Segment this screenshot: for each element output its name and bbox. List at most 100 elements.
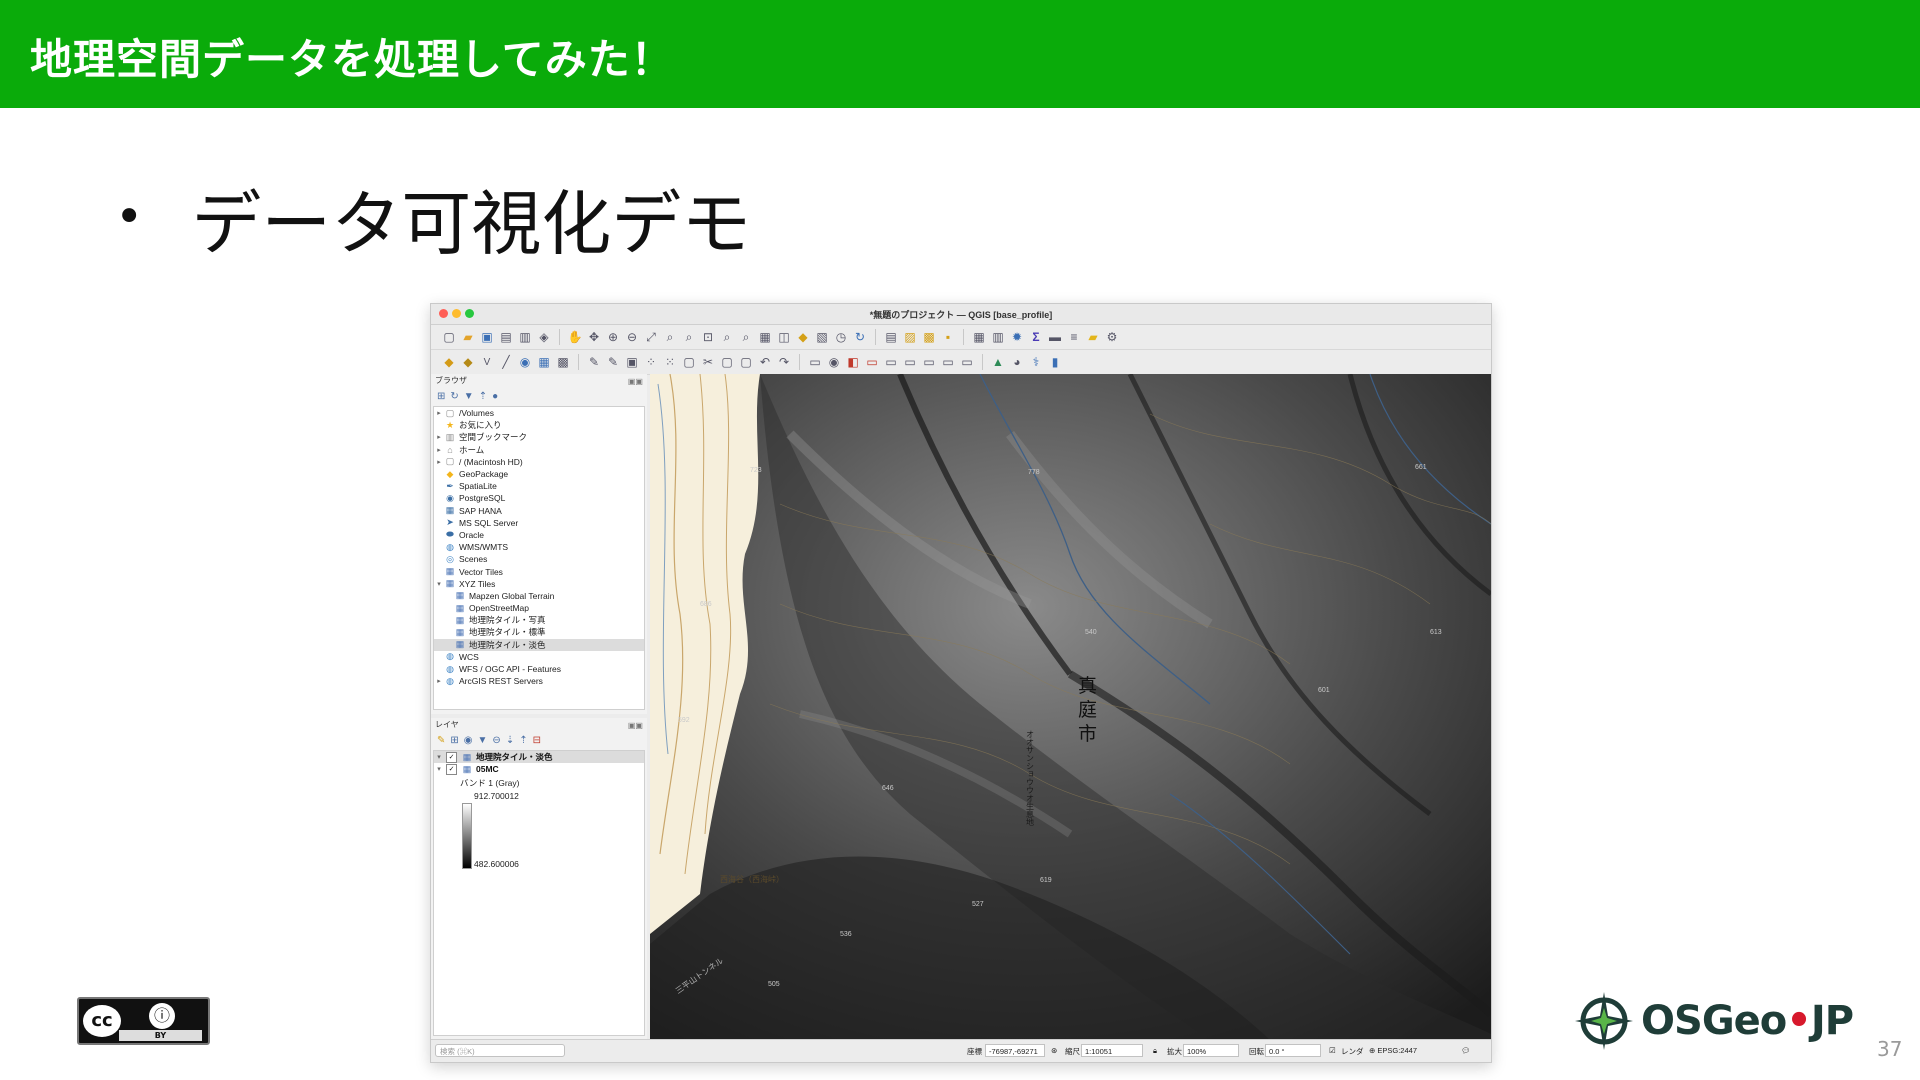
locator-search-input[interactable]: 検索 (⌘K) xyxy=(435,1044,565,1057)
change-label-icon[interactable]: ▭ xyxy=(921,354,937,370)
label-icon[interactable]: ▭ xyxy=(807,354,823,370)
zoom-next-icon[interactable]: ⌕ xyxy=(738,329,754,345)
vertex-tool-icon[interactable]: ⁙ xyxy=(662,354,678,370)
pan-icon[interactable]: ✋ xyxy=(567,329,583,345)
rotate-label-icon[interactable]: ▭ xyxy=(902,354,918,370)
undo-icon[interactable]: ↶ xyxy=(757,354,773,370)
expand-all-icon[interactable]: ⇣ xyxy=(506,735,514,746)
open-project-icon[interactable]: ▰ xyxy=(460,329,476,345)
layer-item[interactable]: ▾ ✓ ▦ 05MC xyxy=(434,763,644,775)
collapse-all-icon[interactable]: ⇡ xyxy=(519,735,527,746)
statistics-icon[interactable]: Σ xyxy=(1028,329,1044,345)
save-as-icon[interactable]: ▤ xyxy=(498,329,514,345)
save-edits-icon[interactable]: ✎ xyxy=(605,354,621,370)
expand-arrow-icon[interactable]: ▸ xyxy=(434,677,444,685)
style-manager-icon[interactable]: ◈ xyxy=(536,329,552,345)
browser-item[interactable]: ◉ PostgreSQL xyxy=(434,492,644,504)
browser-item[interactable]: ◍ WCS xyxy=(434,651,644,663)
browser-item[interactable]: ⬬ Oracle xyxy=(434,529,644,541)
layer-item[interactable]: ▾ ✓ ▦ 地理院タイル・淡色 xyxy=(434,751,644,763)
identify-icon[interactable]: ▤ xyxy=(883,329,899,345)
add-vector-icon[interactable]: V xyxy=(479,354,495,370)
zoom-full-icon[interactable]: ⤢ xyxy=(643,329,659,345)
browser-item[interactable]: ▸ ⌂ ホーム xyxy=(434,444,644,456)
add-postgis-icon[interactable]: ◉ xyxy=(517,354,533,370)
redo-icon[interactable]: ↷ xyxy=(776,354,792,370)
refresh-icon[interactable]: ↻ xyxy=(450,391,458,402)
zoom-last-icon[interactable]: ⌕ xyxy=(719,329,735,345)
zoom-in-icon[interactable]: ⊕ xyxy=(605,329,621,345)
crs-button[interactable]: ⊕ EPSG:2447 xyxy=(1369,1046,1417,1055)
tips-icon[interactable]: ▰ xyxy=(1085,329,1101,345)
browser-item[interactable]: ▦ 地理院タイル・標準 xyxy=(434,626,644,638)
browser-item[interactable]: ▸ ◍ ArcGIS REST Servers xyxy=(434,675,644,687)
filter-icon[interactable]: ▼ xyxy=(464,391,474,402)
copy-icon[interactable]: ▢ xyxy=(719,354,735,370)
zoom-out-icon[interactable]: ⊖ xyxy=(624,329,640,345)
cut-icon[interactable]: ✂ xyxy=(700,354,716,370)
show-bookmarks-icon[interactable]: ▧ xyxy=(814,329,830,345)
eye-icon[interactable]: ◉ xyxy=(464,735,473,746)
save-project-icon[interactable]: ▣ xyxy=(479,329,495,345)
browser-item[interactable]: ★ お気に入り xyxy=(434,419,644,431)
profile-tool-icon[interactable]: ▲ xyxy=(990,354,1006,370)
qgis2threejs-icon[interactable]: ◕ xyxy=(1009,354,1025,370)
add-feature-icon[interactable]: ⁘ xyxy=(643,354,659,370)
deselect-icon[interactable]: ▪ xyxy=(940,329,956,345)
field-calculator-icon[interactable]: ▥ xyxy=(990,329,1006,345)
browser-item[interactable]: ▸ ▢ /Volumes xyxy=(434,407,644,419)
filter-legend-icon[interactable]: ▼ xyxy=(478,735,488,746)
print-layout-icon[interactable]: ▥ xyxy=(517,329,533,345)
filter-expression-icon[interactable]: ⊖ xyxy=(492,735,500,746)
coord-toggle-icon[interactable]: ⊛ xyxy=(1051,1046,1057,1055)
diagram-icon[interactable]: ◧ xyxy=(845,354,861,370)
label-pin-icon[interactable]: ◉ xyxy=(826,354,842,370)
attribute-table-icon[interactable]: ▦ xyxy=(971,329,987,345)
browser-item[interactable]: ▦ 地理院タイル・写真 xyxy=(434,614,644,626)
expand-arrow-icon[interactable]: ▸ xyxy=(434,458,444,466)
properties-icon[interactable]: ● xyxy=(492,391,498,402)
layer-checkbox[interactable]: ✓ xyxy=(446,763,457,775)
browser-item[interactable]: ▦ 地理院タイル・淡色 xyxy=(434,638,644,651)
lock-icon[interactable]: 🔒︎ xyxy=(1153,1046,1157,1056)
zoom-layer-icon[interactable]: ⌕ xyxy=(681,329,697,345)
style-icon[interactable]: ✎ xyxy=(437,735,445,746)
panel-close-icon[interactable]: ▣▣ xyxy=(628,719,643,733)
browser-item[interactable]: ◆ GeoPackage xyxy=(434,468,644,480)
messages-icon[interactable]: 💬︎ xyxy=(1461,1046,1471,1055)
add-delimited-icon[interactable]: ╱ xyxy=(498,354,514,370)
remove-layer-icon[interactable]: ⊟ xyxy=(533,735,541,746)
new-project-icon[interactable]: ▢ xyxy=(441,329,457,345)
settings-icon[interactable]: ⚙ xyxy=(1104,329,1120,345)
browser-item[interactable]: ◍ WMS/WMTS xyxy=(434,541,644,553)
select-value-icon[interactable]: ▩ xyxy=(921,329,937,345)
measure-icon[interactable]: ▬ xyxy=(1047,329,1063,345)
show-hide-label-icon[interactable]: ▭ xyxy=(940,354,956,370)
label-rect-icon[interactable]: ▭ xyxy=(864,354,880,370)
plugin-icon[interactable]: ▮ xyxy=(1047,354,1063,370)
move-diagram-icon[interactable]: ▭ xyxy=(959,354,975,370)
magnifier-field[interactable]: 100% xyxy=(1183,1044,1239,1057)
browser-item[interactable]: ➤ MS SQL Server xyxy=(434,517,644,529)
expand-arrow-icon[interactable]: ▸ xyxy=(434,409,444,417)
new-3d-view-icon[interactable]: ◫ xyxy=(776,329,792,345)
scale-field[interactable]: 1:10051 xyxy=(1081,1044,1143,1057)
select-features-icon[interactable]: ▨ xyxy=(902,329,918,345)
layer-checkbox[interactable]: ✓ xyxy=(446,751,457,763)
digitize-icon[interactable]: ▣ xyxy=(624,354,640,370)
browser-item[interactable]: ▦ Mapzen Global Terrain xyxy=(434,590,644,602)
pan-to-selection-icon[interactable]: ✥ xyxy=(586,329,602,345)
expand-arrow-icon[interactable]: ▸ xyxy=(434,433,444,441)
map-canvas[interactable]: 723 778 661 686 601 540 592 646 527 505 … xyxy=(650,374,1491,1040)
collapse-all-icon[interactable]: ⇡ xyxy=(479,391,487,402)
browser-item[interactable]: ▦ SAP HANA xyxy=(434,505,644,517)
add-group-icon[interactable]: ⊞ xyxy=(450,735,458,746)
coordinate-field[interactable]: -76987,-69271 xyxy=(985,1044,1045,1057)
new-geopackage-icon[interactable]: ◆ xyxy=(460,354,476,370)
data-source-manager-icon[interactable]: ◆ xyxy=(441,354,457,370)
panel-close-icon[interactable]: ▣▣ xyxy=(628,375,643,389)
refresh-icon[interactable]: ↻ xyxy=(852,329,868,345)
new-map-view-icon[interactable]: ▦ xyxy=(757,329,773,345)
delete-icon[interactable]: ▢ xyxy=(681,354,697,370)
annotation-icon[interactable]: ≡ xyxy=(1066,329,1082,345)
